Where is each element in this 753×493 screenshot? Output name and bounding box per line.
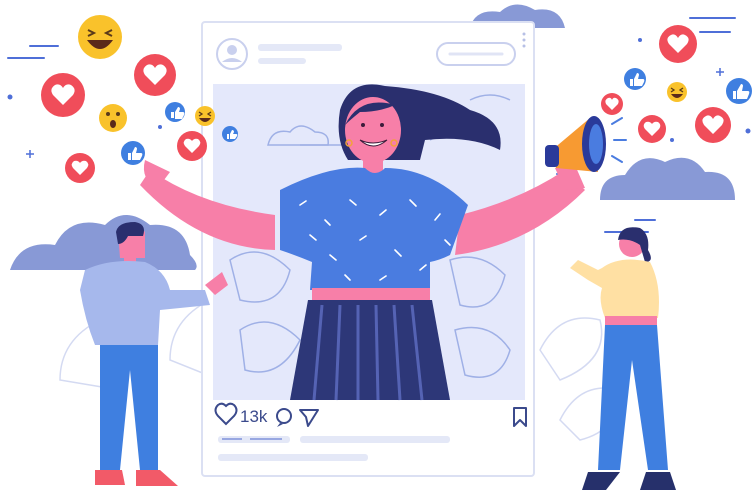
post-subtitle-placeholder <box>258 58 306 64</box>
laughing-emoji-icon <box>195 106 215 126</box>
heart-reaction-icon <box>601 93 623 115</box>
caption-placeholder <box>300 436 450 443</box>
heart-reaction-icon <box>134 54 176 96</box>
thumbs-up-reaction-icon <box>165 102 185 122</box>
heart-reaction-icon <box>41 73 85 117</box>
woman-character <box>570 227 676 490</box>
post-username-placeholder <box>258 44 342 51</box>
thumbs-up-reaction-icon <box>624 68 646 90</box>
more-vertical-icon[interactable] <box>522 32 526 48</box>
social-media-illustration: 13k <box>7 4 752 490</box>
surprised-emoji-icon <box>99 104 127 132</box>
caption-placeholder <box>218 454 368 461</box>
heart-reaction-icon <box>65 153 95 183</box>
laughing-emoji-icon <box>78 15 122 59</box>
user-avatar-icon <box>227 45 237 55</box>
laughing-emoji-icon <box>667 82 687 102</box>
thumbs-up-reaction-icon <box>726 78 752 104</box>
megaphone-icon <box>545 116 627 172</box>
heart-reaction-icon <box>659 25 697 63</box>
heart-reaction-icon <box>695 107 731 143</box>
like-count: 13k <box>240 407 268 426</box>
thumbs-up-reaction-icon <box>222 126 238 142</box>
heart-reaction-icon <box>177 131 207 161</box>
heart-reaction-icon <box>638 115 666 143</box>
post-avatar[interactable] <box>216 38 248 70</box>
thumbs-up-reaction-icon <box>121 141 145 165</box>
